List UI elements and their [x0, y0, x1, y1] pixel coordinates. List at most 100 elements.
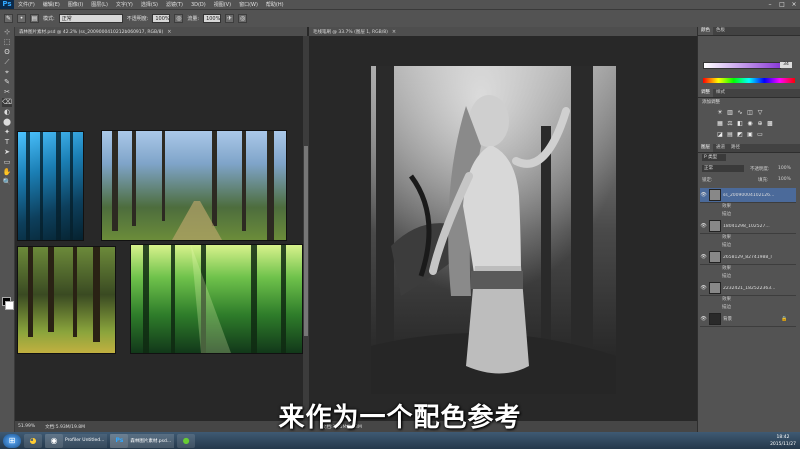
system-clock[interactable]: 18:42 2015/11/27 — [770, 432, 796, 449]
tab-layers[interactable]: 图层 — [698, 144, 713, 152]
minimize-button[interactable]: – — [764, 0, 776, 9]
start-button[interactable]: ⊞ — [3, 433, 21, 448]
layer-effects[interactable]: 效果 — [700, 234, 796, 242]
tab-adjustments[interactable]: 调整 — [698, 89, 713, 97]
hand-tool-icon[interactable]: ✋ — [2, 168, 12, 177]
forest-photo-blue[interactable] — [17, 131, 84, 241]
brush-preset-icon[interactable]: • — [17, 14, 26, 23]
levels-icon[interactable]: ▥ — [726, 109, 734, 117]
shape-tool-icon[interactable]: ▭ — [2, 158, 12, 167]
invert-icon[interactable]: ◪ — [716, 131, 724, 139]
brush-panel-icon[interactable]: ▤ — [30, 14, 39, 23]
close-tab-icon[interactable]: × — [392, 29, 396, 35]
menu-select[interactable]: 选择(S) — [137, 1, 162, 8]
fill-value[interactable]: 100% — [778, 177, 791, 182]
color-slider[interactable] — [703, 62, 781, 69]
layer-effects[interactable]: 效果 — [700, 265, 796, 273]
gradient-map-icon[interactable]: ▭ — [756, 131, 764, 139]
visibility-eye-icon[interactable]: 👁 — [700, 254, 707, 260]
channel-mixer-icon[interactable]: ⊕ — [756, 120, 764, 128]
maximize-button[interactable]: □ — [776, 0, 788, 9]
posterize-icon[interactable]: ▤ — [726, 131, 734, 139]
color-value-field[interactable]: 34 — [780, 62, 792, 68]
opacity-field[interactable]: 100% — [152, 14, 171, 23]
path-select-tool-icon[interactable]: ➤ — [2, 148, 12, 157]
visibility-eye-icon[interactable]: 👁 — [700, 223, 707, 229]
pressure-size-icon[interactable]: ◎ — [238, 14, 248, 23]
tab-channels[interactable]: 通道 — [713, 144, 728, 152]
brush-tool-icon[interactable]: ⌫ — [2, 98, 12, 107]
brush-tool-icon[interactable]: ✎ — [4, 14, 13, 23]
blend-mode-select[interactable]: 正常 — [702, 165, 744, 172]
black-white-icon[interactable]: ◧ — [736, 120, 744, 128]
layer-filter-select[interactable]: P 类型 — [702, 154, 726, 161]
taskbar-app[interactable]: ● — [177, 433, 196, 448]
layer-opacity-value[interactable]: 100% — [778, 166, 791, 171]
marquee-tool-icon[interactable]: ⬚ — [2, 38, 12, 47]
crop-tool-icon[interactable]: ⌖ — [2, 68, 12, 77]
menu-edit[interactable]: 编辑(E) — [39, 1, 64, 8]
layer-effects[interactable]: 效果 — [700, 296, 796, 304]
visibility-eye-icon[interactable]: 👁 — [700, 192, 707, 198]
airbrush-icon[interactable]: ✈ — [225, 14, 235, 23]
layer-row[interactable]: 👁 18041298_102527... — [700, 219, 796, 234]
brightness-icon[interactable]: ☀ — [716, 109, 724, 117]
taskbar-chrome[interactable]: ◕ — [24, 433, 42, 448]
pressure-opacity-icon[interactable]: ◎ — [174, 14, 184, 23]
forest-photo-green[interactable] — [130, 244, 303, 354]
tab-swatches[interactable]: 色板 — [713, 27, 728, 35]
taskbar-profiler[interactable]: ◉ Profiler Untitled... — [45, 433, 108, 448]
forest-photo-sunny[interactable] — [17, 246, 116, 354]
menu-type[interactable]: 文字(Y) — [112, 1, 137, 8]
lasso-tool-icon[interactable]: ʘ — [2, 48, 12, 57]
visibility-eye-icon[interactable]: 👁 — [700, 285, 707, 291]
color-lookup-icon[interactable]: ▩ — [766, 120, 774, 128]
menu-help[interactable]: 帮助(H) — [262, 1, 288, 8]
healing-tool-icon[interactable]: ✂ — [2, 88, 12, 97]
close-tab-icon[interactable]: × — [167, 29, 171, 35]
menu-filter[interactable]: 滤镜(T) — [162, 1, 187, 8]
exposure-icon[interactable]: ◫ — [746, 109, 754, 117]
layer-effect-stroke[interactable]: 描边 — [700, 304, 796, 312]
photo-filter-icon[interactable]: ◉ — [746, 120, 754, 128]
taskbar-photoshop[interactable]: Ps 森林图片素材.psd... — [110, 433, 175, 448]
layer-effect-stroke[interactable]: 描边 — [700, 273, 796, 281]
eyedropper-tool-icon[interactable]: ✎ — [2, 78, 12, 87]
zoom-tool-icon[interactable]: 🔍 — [2, 178, 12, 187]
scrollbar-thumb[interactable] — [304, 146, 308, 336]
menu-view[interactable]: 视图(V) — [210, 1, 235, 8]
layer-row[interactable]: 👁 2658129_82741988_l — [700, 250, 796, 265]
type-tool-icon[interactable]: T — [2, 138, 12, 147]
threshold-icon[interactable]: ◩ — [736, 131, 744, 139]
tab-paths[interactable]: 路径 — [728, 144, 743, 152]
menu-file[interactable]: 文件(F) — [14, 1, 39, 8]
menu-window[interactable]: 窗口(W) — [235, 1, 262, 8]
elf-illustration[interactable] — [371, 66, 616, 394]
menu-layer[interactable]: 图层(L) — [87, 1, 112, 8]
selective-color-icon[interactable]: ▣ — [746, 131, 754, 139]
document-canvas-forest[interactable] — [15, 36, 303, 421]
tab-styles[interactable]: 样式 — [713, 89, 728, 97]
menu-3d[interactable]: 3D(D) — [187, 2, 210, 8]
background-color-swatch[interactable] — [5, 301, 14, 310]
eraser-tool-icon[interactable]: ✦ — [2, 128, 12, 137]
mode-select[interactable]: 正常 — [58, 14, 123, 23]
quick-select-tool-icon[interactable]: ⟋ — [2, 58, 12, 67]
close-button[interactable]: × — [788, 0, 800, 9]
layer-row-background[interactable]: 👁 背景 🔒 — [700, 312, 796, 327]
layer-row[interactable]: 👁 2232421_182522363... — [700, 281, 796, 296]
flow-field[interactable]: 100% — [203, 14, 222, 23]
layer-effect-stroke[interactable]: 描边 — [700, 242, 796, 250]
tab-color[interactable]: 颜色 — [698, 27, 713, 35]
vibrance-icon[interactable]: ▽ — [756, 109, 764, 117]
clone-stamp-tool-icon[interactable]: ◐ — [2, 108, 12, 117]
forest-photo-path[interactable] — [101, 130, 287, 241]
layer-row[interactable]: 👁 ss_20090004102126... — [700, 188, 796, 203]
hue-saturation-icon[interactable]: ▦ — [716, 120, 724, 128]
visibility-eye-icon[interactable]: 👁 — [700, 316, 707, 322]
layer-effects[interactable]: 效果 — [700, 203, 796, 211]
curves-icon[interactable]: ∿ — [736, 109, 744, 117]
color-spectrum-bar[interactable] — [703, 78, 795, 83]
move-tool-icon[interactable]: ⊹ — [2, 28, 12, 37]
menu-image[interactable]: 图像(I) — [64, 1, 87, 8]
